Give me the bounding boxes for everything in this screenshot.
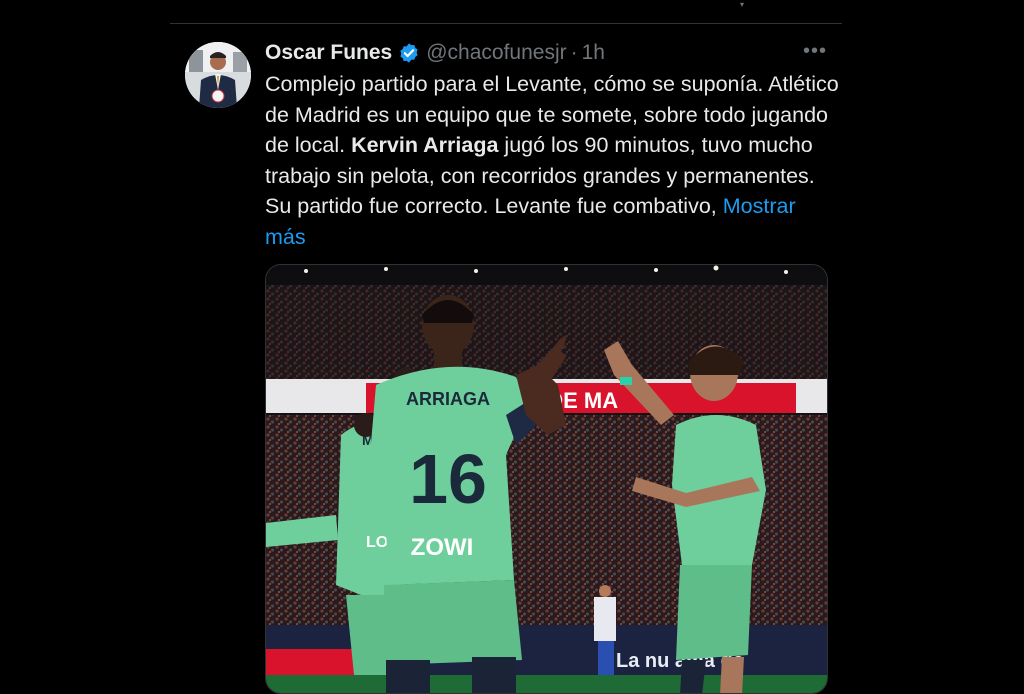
jersey-name: ARRIAGA (406, 389, 490, 409)
tweet-text: Complejo partido para el Levante, cómo s… (265, 69, 840, 252)
separator-dot: · (570, 41, 578, 64)
tweet-photo[interactable]: O DE MA La nu ama de M. LOV ARRIAGA 16 Z… (265, 264, 828, 694)
avatar[interactable] (185, 42, 251, 108)
tweet-text-mention: Kervin Arriaga (351, 133, 499, 157)
column-divider (170, 23, 842, 24)
author-name[interactable]: Oscar Funes (265, 41, 392, 65)
jersey-number: 16 (409, 440, 487, 518)
previous-post-action-icon: ▾ (740, 0, 745, 9)
timestamp[interactable]: 1h (582, 41, 605, 65)
tweet-header: Oscar Funes @chacofunesjr · 1h (265, 39, 605, 67)
sponsor-text: ZOWI (411, 534, 474, 561)
more-horizontal-icon[interactable]: ••• (800, 40, 830, 64)
verified-badge-icon (400, 43, 418, 63)
author-handle[interactable]: @chacofunesjr (426, 41, 566, 65)
